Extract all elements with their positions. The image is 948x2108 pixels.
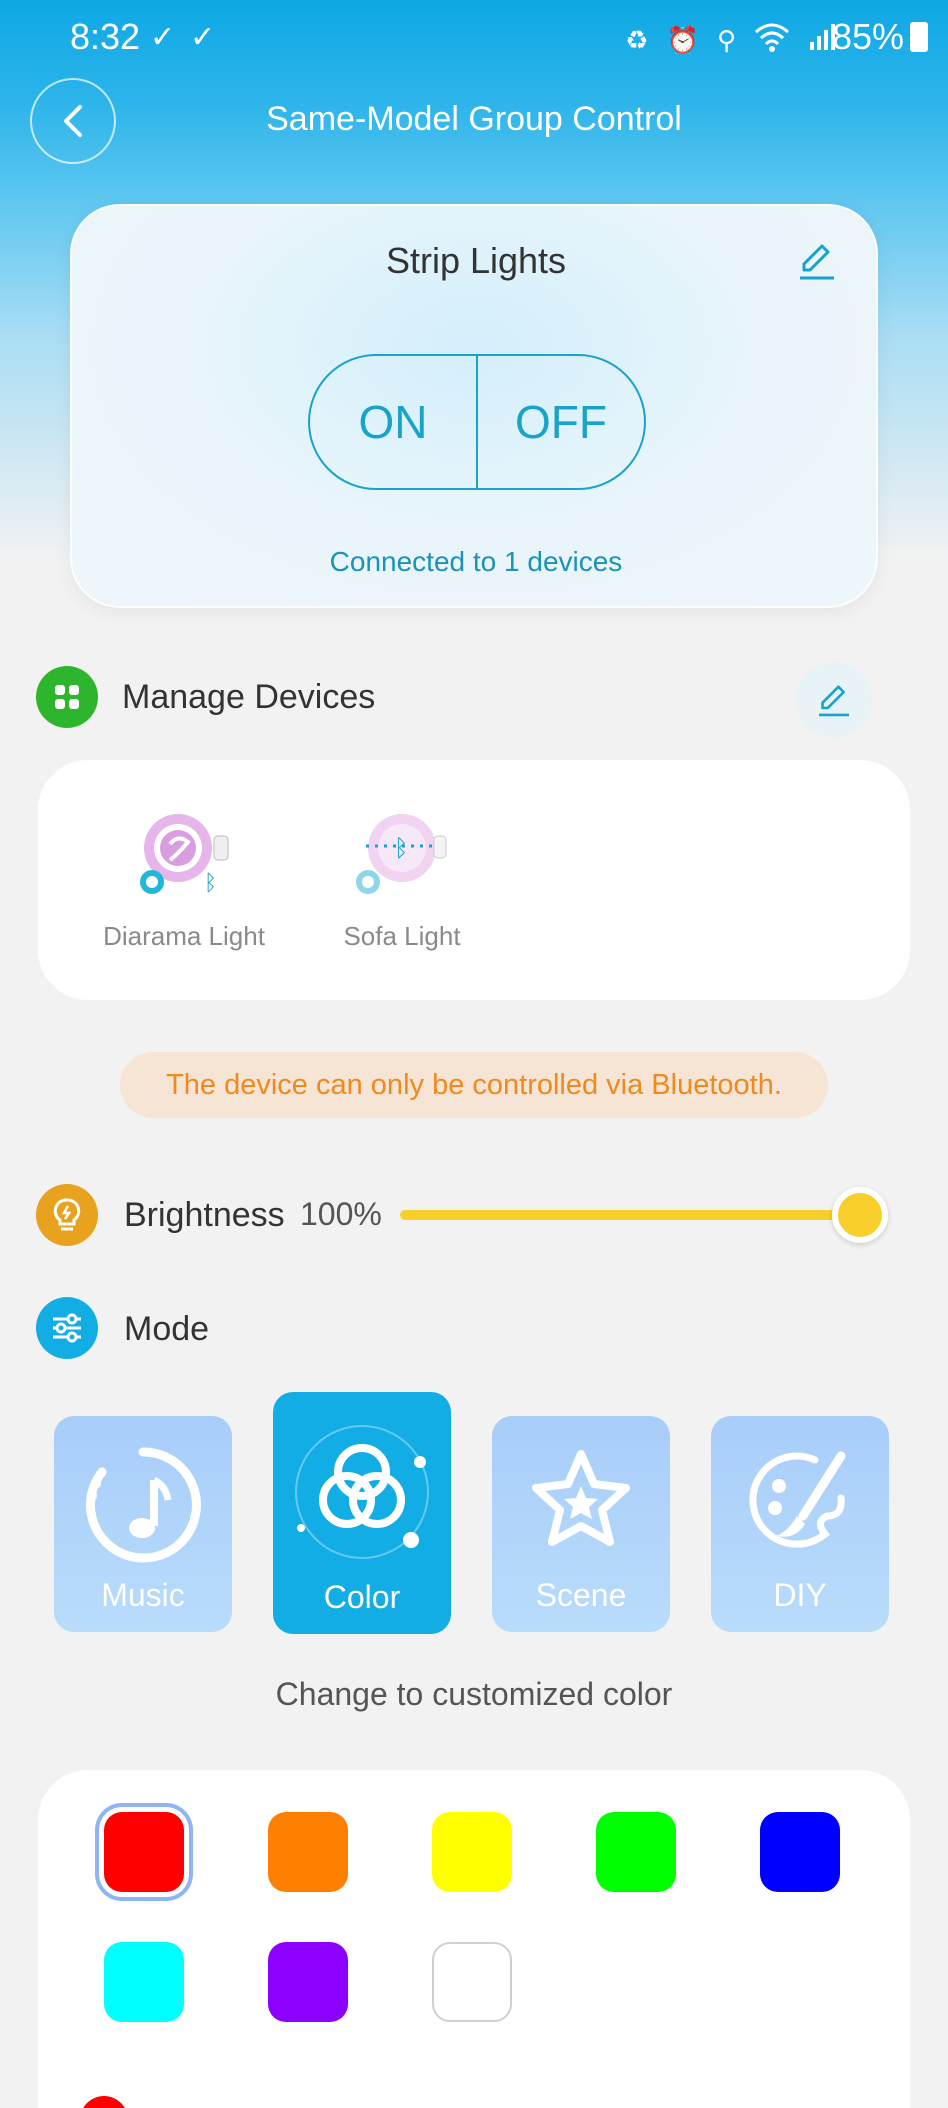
page-title: Same-Model Group Control (266, 100, 682, 138)
battery-icon (910, 22, 928, 52)
color-swatch[interactable] (268, 1812, 348, 1892)
location-icon: ⚲ (716, 25, 736, 55)
color-icon (295, 1425, 429, 1559)
scene-icon (532, 1450, 630, 1546)
color-swatch[interactable] (268, 1942, 348, 2022)
mode-icon (36, 1297, 98, 1359)
color-palette-card (38, 1770, 910, 2108)
on-button[interactable]: ON (310, 356, 476, 488)
check-icon: ✓ (190, 21, 216, 54)
status-bar: 8:32 ✓ ✓ ♻ ⏰ ⚲ 85% (0, 0, 948, 80)
brightness-label: Brightness (124, 1196, 285, 1234)
connected-status: Connected to 1 devices (329, 546, 623, 577)
status-icons: ♻ ⏰ ⚲ (625, 22, 838, 59)
battery-status: 85% (832, 16, 928, 58)
manage-devices-icon (36, 666, 98, 728)
bluetooth-notice: The device can only be controlled via Bl… (120, 1052, 828, 1118)
group-name: Strip Lights (385, 240, 567, 281)
pencil-icon (800, 244, 834, 280)
check-icon: ✓ (150, 21, 176, 54)
color-swatch[interactable] (104, 1942, 184, 2022)
manage-devices-label: Manage Devices (122, 678, 376, 716)
mode-label: Mode (124, 1310, 210, 1348)
color-swatch[interactable] (104, 1812, 184, 1892)
devices-card: ᛒ Diarama Light ᛒ Sofa Light (38, 760, 910, 1000)
pencil-icon (819, 685, 849, 717)
color-swatch[interactable] (596, 1812, 676, 1892)
mode-caption: Change to customized color (275, 1676, 673, 1712)
mode-tile-color[interactable]: Color (273, 1392, 451, 1634)
power-toggle: ON OFF (308, 354, 646, 490)
group-card: Strip Lights ON OFF Connected to 1 devic… (70, 204, 878, 608)
mode-tile-label: Color (323, 1579, 401, 1615)
battery-percent: 85% (831, 16, 904, 57)
alarm-icon: ⏰ (666, 25, 699, 55)
color-swatch[interactable] (432, 1812, 512, 1892)
brightness-slider-thumb[interactable] (832, 1187, 888, 1243)
music-icon (85, 1447, 201, 1563)
device-item[interactable]: ᛒ Sofa Light (292, 806, 512, 952)
brightness-slider-track[interactable] (400, 1210, 860, 1220)
brightness-value: 100% (300, 1196, 382, 1232)
brightness-icon (36, 1184, 98, 1246)
color-swatch[interactable] (760, 1812, 840, 1892)
off-button[interactable]: OFF (478, 356, 644, 488)
edit-group-name-button[interactable] (792, 236, 842, 286)
mode-tile-scene[interactable]: Scene (492, 1416, 670, 1632)
svg-text:ᛒ: ᛒ (394, 834, 408, 862)
svg-text:ᛒ: ᛒ (204, 871, 217, 896)
mode-tile-label: Scene (535, 1577, 627, 1613)
device-item[interactable]: ᛒ Diarama Light (74, 806, 294, 952)
mode-tile-label: Music (101, 1577, 185, 1613)
status-time: 8:32 (70, 16, 141, 57)
color-swatch[interactable] (432, 1942, 512, 2022)
wifi-icon (754, 22, 790, 59)
device-name: Diarama Light (103, 921, 265, 951)
recycle-icon: ♻ (625, 25, 649, 55)
edit-devices-button[interactable] (796, 662, 872, 738)
diy-icon (749, 1451, 846, 1548)
device-name: Sofa Light (343, 921, 461, 951)
strip-light-bluetooth-icon: ᛒ (356, 814, 447, 894)
mode-tile-label: DIY (773, 1577, 827, 1613)
mode-tile-music[interactable]: Music (54, 1416, 232, 1632)
strip-light-icon: ᛒ (140, 814, 229, 896)
mode-tile-diy[interactable]: DIY (711, 1416, 889, 1632)
